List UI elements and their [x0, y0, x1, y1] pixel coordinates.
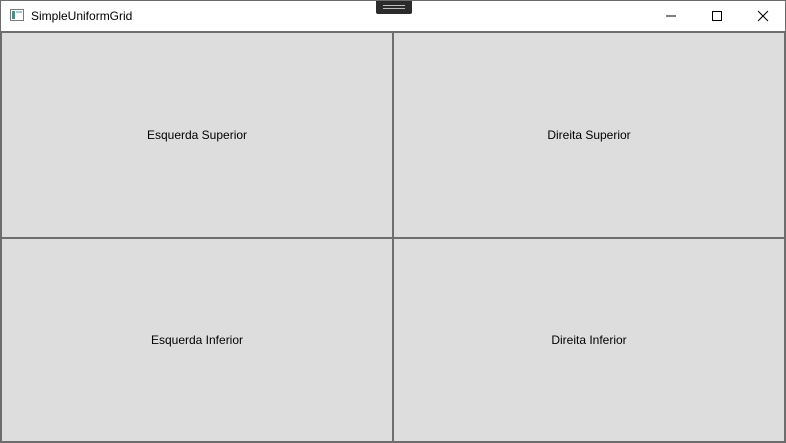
app-window: SimpleUniformGrid Esquerda Superior Dire… — [0, 0, 786, 443]
maximize-button[interactable] — [694, 1, 740, 31]
cell-label: Esquerda Superior — [146, 128, 248, 142]
minimize-icon — [666, 15, 676, 17]
maximize-icon — [712, 11, 722, 21]
grid-cell-top-left[interactable]: Esquerda Superior — [2, 33, 392, 237]
cell-label: Direita Superior — [547, 128, 631, 142]
grid-cell-bottom-right[interactable]: Direita Inferior — [394, 239, 784, 441]
cell-label: Direita Inferior — [551, 333, 627, 347]
drag-handle[interactable] — [376, 1, 412, 14]
window-title: SimpleUniformGrid — [31, 9, 133, 23]
uniform-grid: Esquerda Superior Direita Superior Esque… — [1, 31, 785, 442]
close-button[interactable] — [740, 1, 786, 31]
cell-label: Esquerda Inferior — [150, 333, 244, 347]
app-window-icon[interactable] — [10, 9, 24, 21]
title-bar[interactable]: SimpleUniformGrid — [1, 1, 785, 31]
close-icon — [757, 10, 769, 22]
grid-cell-bottom-left[interactable]: Esquerda Inferior — [2, 239, 392, 441]
grid-cell-top-right[interactable]: Direita Superior — [394, 33, 784, 237]
minimize-button[interactable] — [648, 1, 694, 31]
